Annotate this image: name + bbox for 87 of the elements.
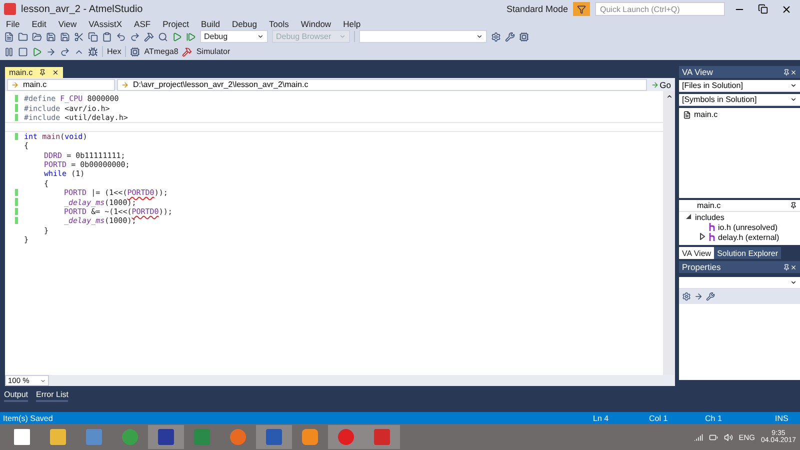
caret-icon [790,279,797,286]
start-icon[interactable] [172,32,182,42]
tool-icon[interactable] [182,46,192,56]
build-icon[interactable] [144,32,154,42]
close-icon [781,4,792,14]
solution-file-entry[interactable]: main.c [694,110,718,119]
taskbar-app[interactable] [148,425,184,449]
bottom-tab[interactable]: Output [4,390,28,402]
caret-icon [339,33,346,40]
document-icon [683,110,691,118]
panel-tab[interactable]: Solution Explorer [714,247,781,259]
go-button[interactable]: Go [648,80,673,90]
menu-item[interactable]: Edit [32,18,46,28]
outline-item[interactable]: io.h (unresolved) [718,222,778,232]
menu-item[interactable]: Tools [269,18,289,28]
start-no-debug-icon[interactable] [186,32,196,42]
header-file-icon [709,233,715,241]
cut-icon[interactable] [74,32,84,42]
chip-icon[interactable] [519,32,529,42]
paste-icon[interactable] [102,32,112,42]
stop-icon[interactable] [18,46,28,56]
menu-item[interactable]: Project [162,18,190,28]
caret-icon [40,378,46,384]
caret-icon [257,33,264,40]
arrow-icon [650,80,659,88]
find-icon[interactable] [158,32,168,42]
header-file-icon [709,223,715,231]
menu-item[interactable]: View [58,18,77,28]
quick-launch-field[interactable]: Quick Launch (Ctrl+Q) [595,2,725,16]
menu-item[interactable]: ASF [134,18,151,28]
arrow-icon [11,80,19,88]
scope-dropdown[interactable]: main.c [7,78,115,90]
path-dropdown[interactable]: D:\avr_project\lesson_avr_2\lesson_avr_2\main.c [117,78,647,90]
panel-header: VA View [679,66,800,78]
configuration-dropdown[interactable]: Debug [200,30,268,43]
volume-icon [724,432,733,442]
outline-file-field: main.c [679,200,800,212]
caret-icon [476,33,483,40]
column-indicator: Col 1 [649,414,669,422]
window-title: lesson_avr_2 - AtmelStudio [21,4,144,14]
files-dropdown[interactable]: [Files in Solution] [679,80,800,92]
scroll-up-icon[interactable] [666,93,672,100]
panel-tab[interactable]: VA View [679,247,714,259]
redo-icon[interactable] [130,32,140,42]
menu-item[interactable]: File [6,18,20,28]
menu-item[interactable]: Help [343,18,361,28]
panel-header: Properties [679,261,800,273]
expanded-triangle-icon[interactable] [685,212,692,220]
pin-icon[interactable] [790,202,797,209]
device-button[interactable]: ATmega8 [144,47,178,56]
menu-item[interactable]: Window [300,18,332,28]
pin-icon[interactable] [38,69,46,76]
filter-button[interactable] [573,2,590,16]
document-tab[interactable]: main.c [5,67,63,78]
bottom-tab[interactable]: Error List [36,390,68,402]
signal-icon [694,432,703,442]
menu-item[interactable]: Debug [232,18,257,28]
menu-item[interactable]: Build [201,18,220,28]
status-message: Item(s) Saved [3,414,54,422]
close-icon[interactable] [52,69,59,76]
battery-icon [708,432,718,442]
menu-item[interactable]: VAssistX [88,18,122,28]
bug-icon[interactable] [88,46,98,56]
wrench-icon[interactable] [505,32,515,42]
mode-label: Standard Mode [506,4,568,14]
tool-button[interactable]: Simulator [196,47,230,56]
undo-icon[interactable] [116,32,126,42]
hex-button[interactable]: Hex [107,47,122,56]
line-indicator: Ln 4 [593,414,610,422]
insert-mode-indicator: INS [775,414,788,422]
collapsed-triangle-icon[interactable] [699,232,706,240]
app-logo-icon [4,3,16,15]
restore-icon [758,4,768,14]
settings-icon[interactable] [491,32,501,42]
outline-item[interactable]: includes [695,212,724,222]
open-icon[interactable] [32,32,42,42]
char-indicator: Ch 1 [705,414,723,422]
copy-icon[interactable] [88,32,98,42]
save-icon[interactable] [46,32,56,42]
arrow-icon [121,80,129,88]
break-icon[interactable] [4,46,14,56]
wrench-icon[interactable] [706,292,715,301]
continue-icon[interactable] [32,46,42,56]
outline-item[interactable]: delay.h (external) [718,232,780,242]
device-icon[interactable] [130,46,140,56]
symbols-dropdown[interactable]: [Symbols in Solution] [679,94,800,106]
filter-icon [577,4,586,14]
